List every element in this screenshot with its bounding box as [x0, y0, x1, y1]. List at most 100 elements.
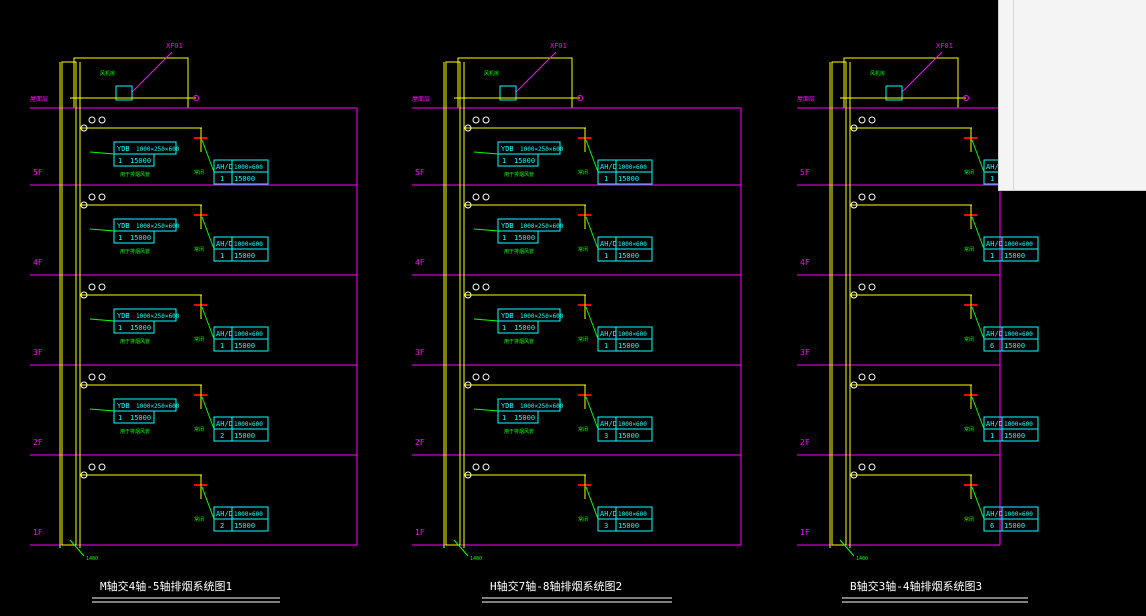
floor-label-3F: 3F: [800, 348, 810, 357]
fan-label-size: 1000×250×600: [520, 403, 564, 410]
fan-label-count: 1: [502, 234, 506, 242]
exhaust-inlet-icon: [482, 283, 490, 291]
ahu-label-box: AH/D1000×600 1 15000 常闭: [964, 396, 1039, 442]
floor-label-2F: 2F: [33, 438, 43, 447]
ahu-label-flow: 15000: [618, 342, 639, 350]
ahu-label-name: AH/D: [600, 163, 617, 171]
ahu-label-count: 1: [220, 252, 224, 260]
fan-label-count: 1: [118, 234, 122, 242]
ahu-label-count: 1: [220, 175, 224, 183]
roof-label: 屋面层: [30, 96, 48, 103]
exhaust-inlet-icon: [472, 193, 480, 201]
exhaust-inlet-icon: [868, 193, 876, 201]
ahu-label-leader: [585, 139, 599, 173]
fan-label-note: 用于排烟风管: [504, 428, 534, 435]
ahu-label-leader: [201, 139, 215, 173]
fan-label-leader: [473, 318, 499, 322]
diagram-caption: B轴交3轴-4轴排烟系统图3: [850, 579, 982, 593]
floor-label-4F: 4F: [33, 258, 43, 267]
ahu-label-leader: [971, 139, 985, 173]
cad-drawing-canvas[interactable]: 风机房 XF01 屋面层 5F 4F 3F 2F 1F 1400 YDB 1000×250×600 1…: [0, 0, 1146, 616]
ahu-label-leader: [585, 486, 599, 520]
ahu-label-count: 1: [604, 342, 608, 350]
ahu-label-leader: [971, 216, 985, 250]
ahu-label-name: AH/D: [600, 420, 617, 428]
ahu-label-leader: [971, 396, 985, 430]
ahu-label-flow: 15000: [234, 252, 255, 260]
exhaust-inlet-icon: [88, 283, 96, 291]
fan-label-count: 1: [118, 324, 122, 332]
fan-label-leader: [89, 318, 115, 322]
ahu-label-size: 1000×600: [1004, 331, 1033, 338]
damper-note: 常闭: [578, 169, 588, 176]
floor-label-2F: 2F: [415, 438, 425, 447]
fan-label-size: 1000×250×600: [520, 223, 564, 230]
ahu-label-box: AH/D1000×600 1 15000 常闭: [578, 306, 653, 352]
fan-label-type: YDB: [117, 402, 130, 410]
fan-label-flow: 15000: [514, 234, 535, 242]
riser-shaft: [445, 61, 461, 546]
exhaust-inlet-icon: [858, 283, 866, 291]
exhaust-inlet-icon: [98, 463, 106, 471]
roof-equipment-tag: XF01: [550, 42, 567, 50]
overlay-panel[interactable]: [998, 0, 1146, 191]
ahu-label-flow: 15000: [618, 432, 639, 440]
exhaust-inlet-icon: [858, 193, 866, 201]
damper-note: 常闭: [194, 426, 204, 433]
fan-label-box: YDB 1000×250×600 1 15000 用于排烟风管: [89, 398, 180, 435]
floor-label-1F: 1F: [33, 528, 43, 537]
ahu-label-name: AH/D: [216, 163, 233, 171]
ahu-label-name: AH/D: [216, 240, 233, 248]
floor-label-1F: 1F: [415, 528, 425, 537]
riser-bottom-leader: [839, 539, 855, 557]
ahu-label-name: AH/D: [216, 330, 233, 338]
fan-label-flow: 15000: [130, 157, 151, 165]
ahu-label-count: 1: [604, 252, 608, 260]
damper-note: 常闭: [194, 516, 204, 523]
ahu-label-flow: 15000: [1004, 432, 1025, 440]
fan-label-type: YDB: [501, 145, 514, 153]
ahu-label-size: 1000×600: [618, 331, 647, 338]
ahu-label-box: AH/D 1000×600 6 15000 常闭: [964, 306, 1039, 352]
ahu-label-flow: 15000: [1004, 252, 1025, 260]
ahu-label-box: AH/D1000×600 1 15000 常闭: [194, 306, 269, 352]
fan-label-note: 用于排烟风管: [120, 428, 150, 435]
ahu-label-box: AH/D 1000×600 2 15000 常闭: [194, 396, 269, 442]
riser-bottom-tag: 1400: [470, 556, 482, 562]
roof-label: 屋面层: [412, 96, 430, 103]
ahu-label-flow: 15000: [234, 522, 255, 530]
ahu-label-box: AH/D 1000×600 3 15000 常闭: [578, 396, 653, 442]
fan-label-leader: [89, 408, 115, 412]
fan-label-count: 1: [118, 157, 122, 165]
ahu-label-box: AH/D1000×600 1 15000 常闭: [194, 216, 269, 262]
exhaust-inlet-icon: [868, 373, 876, 381]
exhaust-inlet-icon: [858, 463, 866, 471]
floor-label-5F: 5F: [415, 168, 425, 177]
damper-note: 常闭: [578, 426, 588, 433]
fan-label-count: 1: [118, 414, 122, 422]
riser-bottom-tag: 1400: [86, 556, 98, 562]
overlay-panel-divider: [1013, 0, 1014, 190]
ahu-label-name: AH/D: [216, 510, 233, 518]
fan-label-flow: 15000: [130, 414, 151, 422]
diagram-caption: H轴交7轴-8轴排烟系统图2: [490, 579, 622, 593]
ahu-label-size: 1000×600: [1004, 421, 1033, 428]
ahu-label-name: AH/D: [600, 240, 617, 248]
ahu-label-box: AH/D1000×600 1 15000 常闭: [578, 216, 653, 262]
ahu-label-flow: 15000: [1004, 342, 1025, 350]
ahu-label-leader: [585, 396, 599, 430]
fan-label-box: YDB 1000×250×600 1 15000 用于排烟风管: [473, 141, 564, 178]
ahu-label-leader: [201, 486, 215, 520]
ahu-label-name: AH/D: [986, 330, 1003, 338]
ahu-label-count: 1: [220, 342, 224, 350]
damper-note: 常闭: [194, 336, 204, 343]
roof-label: 屋面层: [797, 96, 815, 103]
fan-label-size: 1000×250×600: [520, 146, 564, 153]
exhaust-inlet-icon: [482, 193, 490, 201]
exhaust-inlet-icon: [88, 193, 96, 201]
ahu-label-box: AH/D1000×600 1 15000 常闭: [578, 139, 653, 185]
fan-label-type: YDB: [117, 312, 130, 320]
ahu-label-size: 1000×600: [618, 164, 647, 171]
fan-label-count: 1: [502, 414, 506, 422]
roof-room-label: 风机房: [100, 70, 115, 77]
